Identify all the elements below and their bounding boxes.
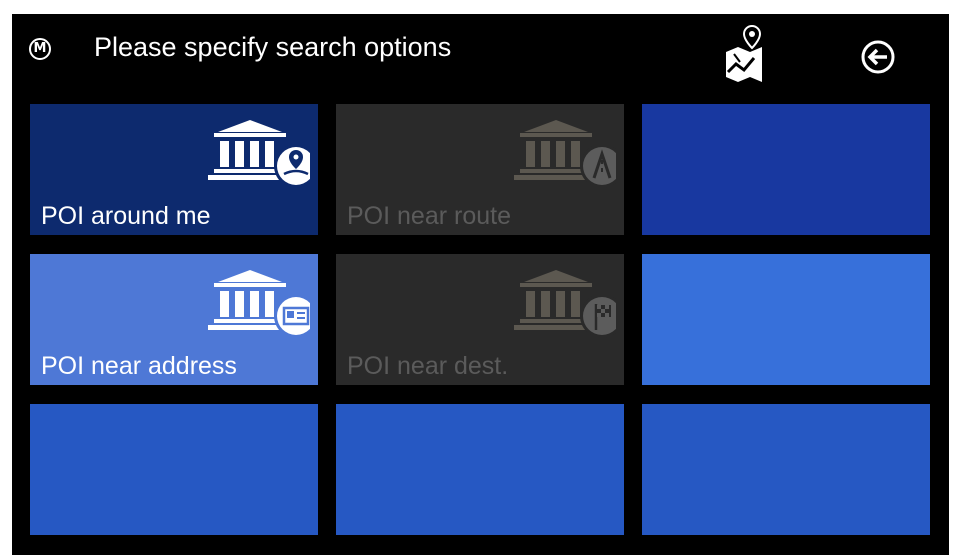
tile-label: POI around me <box>41 202 211 230</box>
tile-empty <box>642 104 930 235</box>
tile-label: POI near dest. <box>347 352 509 380</box>
map-route-icon[interactable] <box>724 24 766 84</box>
tile-poi-near-destination: POI near dest. <box>336 254 624 385</box>
back-button[interactable] <box>860 39 896 75</box>
poi-near-route-icon <box>514 120 616 188</box>
tile-empty <box>642 404 930 535</box>
poi-near-address-icon <box>208 270 310 338</box>
tile-poi-near-route: POI near route <box>336 104 624 235</box>
navigation-screen: M Please specify search options POI arou… <box>12 14 949 555</box>
poi-around-me-icon <box>208 120 310 188</box>
tile-empty <box>336 404 624 535</box>
poi-near-destination-icon <box>514 270 616 338</box>
tile-label: POI near route <box>347 202 511 230</box>
header-bar: M Please specify search options <box>12 14 949 100</box>
tile-poi-around-me[interactable]: POI around me <box>30 104 318 235</box>
menu-icon[interactable]: M <box>29 38 51 60</box>
tile-label: POI near address <box>41 352 237 380</box>
tile-empty <box>642 254 930 385</box>
tile-poi-near-address[interactable]: POI near address <box>30 254 318 385</box>
tile-empty <box>30 404 318 535</box>
page-title: Please specify search options <box>94 32 452 62</box>
